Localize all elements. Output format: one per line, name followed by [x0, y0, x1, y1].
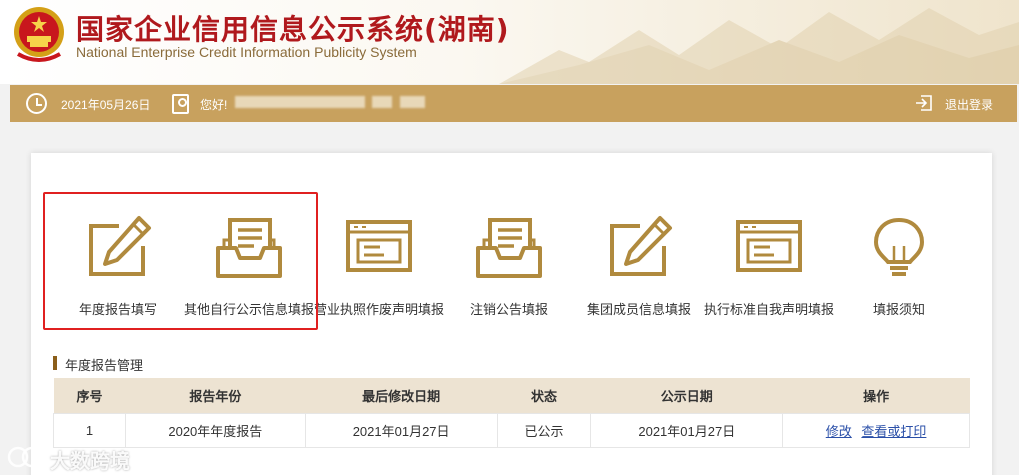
- annual-report-table: 序号 报告年份 最后修改日期 状态 公示日期 操作 1 2020年年度报告 20…: [53, 378, 970, 448]
- column-header: 操作: [782, 378, 970, 413]
- view-print-link[interactable]: 查看或打印: [861, 424, 926, 439]
- watermark: 大数跨境: [0, 440, 140, 475]
- logout-link[interactable]: 退出登录: [945, 96, 993, 113]
- lightbulb-icon: [873, 217, 925, 276]
- cell-publish-date: 2021年01月27日: [590, 412, 784, 448]
- pencil-edit-icon: [610, 216, 672, 276]
- table-row: 1 2020年年度报告 2021年01月27日 已公示 2021年01月27日 …: [53, 412, 970, 448]
- watermark-text: 大数跨境: [50, 451, 130, 473]
- user-status-bar: 2021年05月26日 您好! 退出登录: [10, 85, 1017, 122]
- section-title: 年度报告管理: [53, 355, 143, 374]
- redacted-username-part: [400, 96, 425, 108]
- clock-icon: [26, 93, 47, 114]
- edit-link[interactable]: 修改: [826, 424, 852, 439]
- mountain-background: [499, 8, 1019, 84]
- user-badge-icon: [172, 94, 189, 114]
- section-title-text: 年度报告管理: [65, 358, 144, 373]
- national-emblem-icon: [14, 7, 64, 62]
- site-subtitle: National Enterprise Credit Information P…: [76, 44, 417, 60]
- tile-filing-instructions[interactable]: 填报须知: [834, 206, 964, 317]
- greeting-text: 您好!: [200, 98, 228, 112]
- certificate-icon: [346, 220, 412, 272]
- current-date: 2021年05月26日: [61, 98, 151, 112]
- redacted-username-part: [372, 96, 392, 108]
- logout-icon[interactable]: [915, 94, 933, 112]
- cell-year: 2020年年度报告: [124, 412, 306, 448]
- inbox-document-icon: [476, 218, 542, 278]
- cell-modified: 2021年01月27日: [304, 412, 498, 448]
- highlight-annotation-box: [43, 192, 318, 330]
- column-header: 公示日期: [590, 378, 783, 413]
- cell-actions: 修改 查看或打印: [782, 412, 970, 448]
- cell-status: 已公示: [496, 412, 592, 448]
- column-header: 序号: [53, 378, 126, 413]
- certificate-icon: [736, 220, 802, 272]
- column-header: 最后修改日期: [305, 378, 497, 413]
- site-header: 国家企业信用信息公示系统(湖南) National Enterprise Cre…: [0, 0, 1019, 84]
- table-header-row: 序号 报告年份 最后修改日期 状态 公示日期 操作: [53, 378, 970, 413]
- column-header: 报告年份: [125, 378, 306, 413]
- tile-label: 填报须知: [872, 302, 925, 317]
- column-header: 状态: [497, 378, 591, 413]
- redacted-username: [235, 96, 365, 108]
- watermark-logo-icon: [7, 446, 43, 468]
- site-title: 国家企业信用信息公示系统(湖南): [76, 13, 510, 46]
